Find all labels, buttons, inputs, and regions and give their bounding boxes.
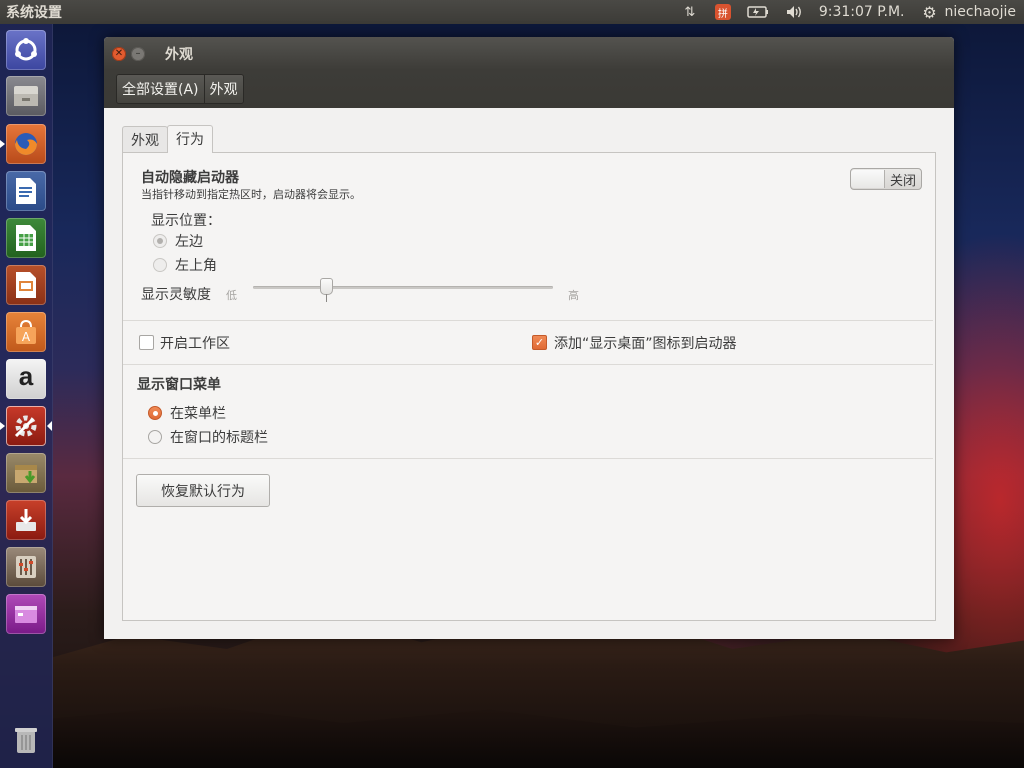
sensitivity-high-label: 高 [568, 289, 579, 302]
sensitivity-slider-handle[interactable] [320, 278, 333, 295]
firefox-icon[interactable] [6, 124, 46, 164]
active-app-title: 系统设置 [6, 5, 62, 21]
menu-in-titlebar-label[interactable]: 在窗口的标题栏 [170, 427, 268, 447]
top-panel: 系统设置 ⇅ 拼 9:31:07 P.M. ⚙ niechaojie [0, 0, 1024, 24]
reveal-topleft-label: 左上角 [175, 258, 217, 274]
username[interactable]: niechaojie [945, 4, 1016, 20]
menu-in-titlebar-radio[interactable] [148, 430, 162, 444]
gear-icon[interactable]: ⚙ [921, 3, 939, 22]
libreoffice-writer-icon[interactable] [6, 171, 46, 211]
software-center-icon[interactable]: A [6, 312, 46, 352]
autohide-description: 当指针移动到指定热区时，启动器将会显示。 [141, 188, 361, 201]
svg-text:A: A [22, 330, 31, 344]
window-menu-title: 显示窗口菜单 [137, 377, 221, 393]
breadcrumb: 全部设置(A) 外观 [116, 74, 244, 104]
show-desktop-checkbox[interactable]: ✓ [532, 335, 547, 350]
launcher: A a [0, 24, 53, 768]
menu-in-menubar-radio[interactable] [148, 406, 162, 420]
tab-appearance[interactable]: 外观 [122, 126, 168, 154]
separator [123, 320, 933, 321]
sensitivity-tick [326, 294, 327, 302]
sensitivity-slider[interactable] [253, 286, 553, 289]
behavior-panel: 自动隐藏启动器 当指针移动到指定热区时，启动器将会显示。 关闭 显示位置： 左边… [122, 152, 936, 621]
close-button[interactable]: ✕ [112, 46, 126, 61]
network-updown-icon[interactable]: ⇅ [681, 4, 699, 20]
switch-knob [851, 170, 885, 188]
running-indicator [0, 422, 5, 430]
workspace-icon[interactable] [6, 594, 46, 634]
sensitivity-label: 显示灵敏度 [141, 287, 211, 303]
autohide-title: 自动隐藏启动器 [141, 170, 239, 186]
workspaces-label[interactable]: 开启工作区 [160, 333, 230, 353]
trash-icon[interactable] [6, 720, 46, 760]
workspaces-checkbox[interactable] [139, 335, 154, 350]
separator [123, 364, 933, 365]
breadcrumb-appearance[interactable]: 外观 [204, 75, 243, 103]
autohide-switch[interactable]: 关闭 [850, 168, 922, 190]
reveal-topleft-radio[interactable] [153, 258, 167, 272]
reveal-left-radio[interactable] [153, 234, 167, 248]
archive-manager-icon[interactable] [6, 453, 46, 493]
breadcrumb-all-settings[interactable]: 全部设置(A) [117, 75, 205, 103]
window-toolbar: 全部设置(A) 外观 [104, 70, 954, 108]
settings-window: ✕ – 外观 全部设置(A) 外观 外观 行为 自动隐藏启动器 当指针移动到指定… [104, 37, 954, 639]
unity-tweak-icon[interactable] [6, 547, 46, 587]
tab-behavior[interactable]: 行为 [167, 125, 213, 153]
input-method-icon[interactable]: 拼 [714, 4, 731, 20]
ubuntu-dash-icon[interactable] [6, 30, 46, 70]
system-settings-icon[interactable] [6, 406, 46, 446]
switch-state-label: 关闭 [889, 173, 916, 189]
reveal-left-label: 左边 [175, 234, 203, 250]
show-desktop-label[interactable]: 添加“显示桌面”图标到启动器 [554, 333, 737, 353]
files-icon[interactable] [6, 76, 46, 116]
indicator-area: ⇅ 拼 9:31:07 P.M. ⚙ niechaojie [681, 3, 1024, 22]
tab-bar: 外观 行为 [122, 125, 213, 154]
sensitivity-low-label: 低 [226, 289, 237, 302]
amazon-letter: a [18, 360, 34, 391]
running-indicator [0, 140, 5, 148]
clock[interactable]: 9:31:07 P.M. [819, 4, 905, 20]
libreoffice-impress-icon[interactable] [6, 265, 46, 305]
menu-in-menubar-label[interactable]: 在菜单栏 [170, 403, 226, 423]
volume-icon[interactable] [785, 4, 803, 20]
window-title: 外观 [165, 46, 193, 63]
window-titlebar[interactable]: ✕ – 外观 [104, 37, 954, 70]
libreoffice-calc-icon[interactable] [6, 218, 46, 258]
focused-indicator [47, 421, 52, 431]
minimize-button[interactable]: – [131, 46, 145, 61]
restore-defaults-button[interactable]: 恢复默认行为 [136, 474, 270, 507]
amazon-icon[interactable]: a [6, 359, 46, 399]
separator [123, 458, 933, 459]
reveal-location-label: 显示位置： [151, 213, 221, 229]
software-updater-icon[interactable] [6, 500, 46, 540]
battery-icon[interactable] [747, 4, 769, 20]
